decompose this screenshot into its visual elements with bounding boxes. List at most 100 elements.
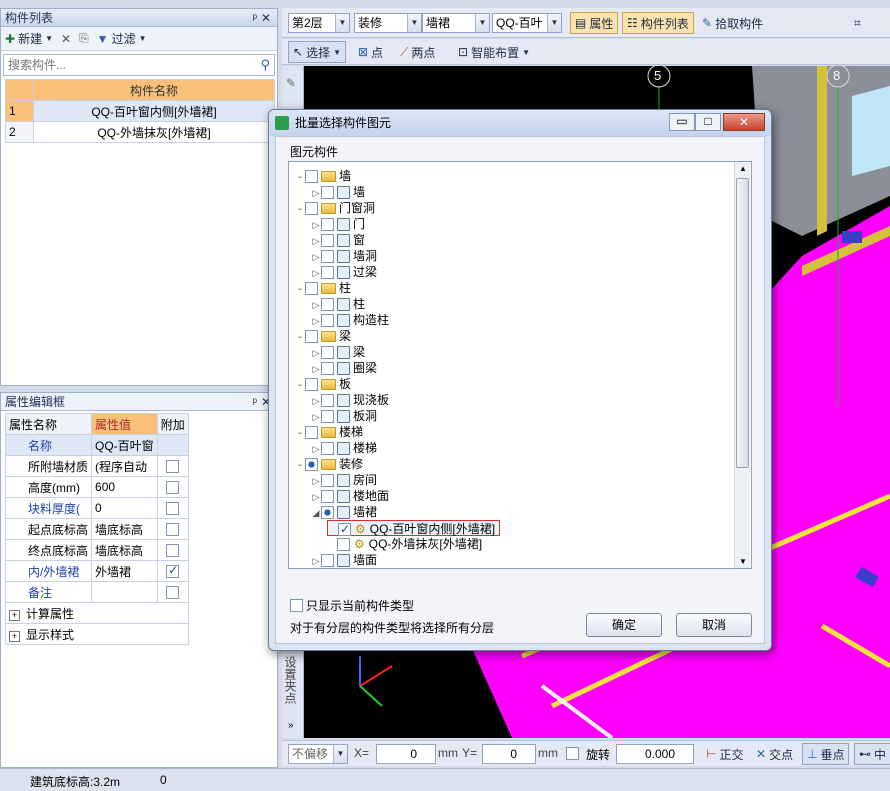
expand-toggle-icon[interactable]: − (295, 169, 305, 185)
expand-toggle-icon[interactable]: ▷ (311, 441, 321, 457)
pin-icon[interactable]: ᵖ (252, 393, 257, 411)
new-button[interactable]: ✚ 新建 ▼ (1, 28, 57, 50)
tree-checkbox[interactable] (321, 186, 334, 200)
pin-icon[interactable]: ᵖ (252, 9, 257, 27)
expand-toggle-icon[interactable]: ▷ (311, 553, 321, 568)
expand-toggle-icon[interactable]: − (295, 457, 305, 473)
intersection-button[interactable]: ✕ 交点 (752, 743, 797, 765)
expand-toggle-icon[interactable]: ▷ (311, 249, 321, 265)
tree-item[interactable]: ▷ 楼地面 (311, 488, 389, 504)
property-row[interactable]: 高度(mm) 600 (4, 476, 189, 498)
tree-item[interactable]: ▷ 构造柱 (311, 312, 389, 328)
tree-scrollbar[interactable]: ▲ ▼ (734, 162, 750, 568)
category-select[interactable]: 装修 ▼ (354, 13, 422, 33)
component-tree[interactable]: − 墙 ▷ 墙 − 门窗洞 ▷ 门 ▷ 窗 ▷ 墙洞 ▷ 过梁 − 柱 ▷ 柱 ▷ 构造柱 − 梁 ▷ 梁 ▷ 圈梁 − 板 ▷ 现浇板 ▷… (288, 161, 752, 569)
expand-toggle-icon[interactable]: − (295, 281, 305, 297)
expand-toggle-icon[interactable]: ◢ (311, 505, 321, 521)
attach-checkbox[interactable] (166, 481, 180, 495)
tree-item[interactable]: ▷ 窗 (311, 232, 365, 248)
property-row[interactable]: 内/外墙裙 外墙裙 (4, 560, 189, 582)
expand-toggle-icon[interactable]: ▷ (311, 185, 321, 201)
expand-toggle-icon[interactable]: ▷ (311, 265, 321, 281)
select-button[interactable]: ↖ 选择 ▼ (288, 41, 346, 63)
tree-category[interactable]: − 门窗洞 (295, 200, 375, 216)
collapse-icon[interactable]: » (288, 720, 294, 731)
property-row[interactable]: 所附墙材质 (程序自动 (4, 455, 189, 477)
tree-category[interactable]: − 柱 (295, 280, 351, 296)
expand-icon[interactable]: + (9, 609, 20, 621)
expand-toggle-icon[interactable]: ▷ (311, 473, 321, 489)
property-row[interactable]: 名称 QQ-百叶窗 (4, 434, 189, 456)
property-row[interactable]: 块料厚度(0 (4, 497, 189, 519)
expand-toggle-icon[interactable]: ▷ (311, 313, 321, 329)
expand-toggle-icon[interactable]: ▷ (311, 217, 321, 233)
property-row[interactable]: 终点底标高 墙底标高 (4, 539, 189, 561)
tree-checkbox[interactable] (321, 314, 334, 328)
x-input[interactable]: 0 (376, 744, 436, 764)
attach-checkbox[interactable] (166, 586, 180, 600)
tree-checkbox[interactable] (321, 266, 334, 280)
tree-item[interactable]: ▷ 门 (311, 216, 365, 232)
tree-leaf[interactable]: ⚙QQ-百叶窗内侧[外墙裙] (327, 520, 501, 537)
tree-checkbox[interactable] (321, 410, 334, 424)
tree-item[interactable]: ▷ 过梁 (311, 264, 377, 280)
rotate-checkbox[interactable] (566, 747, 579, 760)
tree-checkbox[interactable] (321, 362, 334, 376)
attach-checkbox[interactable] (166, 460, 180, 474)
ortho-button[interactable]: ⊢ 正交 (702, 743, 747, 765)
pick-component-button[interactable]: ✎ 拾取构件 (698, 12, 767, 34)
search-input[interactable] (4, 55, 244, 75)
expand-toggle-icon[interactable]: ▷ (311, 233, 321, 249)
tree-checkbox[interactable] (337, 538, 350, 552)
tree-leaf[interactable]: ⚙ QQ-外墙抹灰[外墙裙] (327, 536, 482, 552)
tree-item[interactable]: ▷ 柱 (311, 296, 365, 312)
tree-checkbox[interactable] (321, 490, 334, 504)
tree-category[interactable]: − 板 (295, 376, 351, 392)
expand-toggle-icon[interactable]: − (295, 425, 305, 441)
table-row[interactable]: 1 QQ-百叶窗内侧[外墙裙] (5, 100, 275, 122)
tree-item[interactable]: ▷ 现浇板 (311, 392, 389, 408)
tree-category[interactable]: − 梁 (295, 328, 351, 344)
attach-checkbox[interactable] (166, 502, 180, 516)
type-select[interactable]: 墙裙 ▼ (422, 13, 490, 33)
tree-checkbox[interactable] (305, 202, 318, 216)
table-row[interactable]: 2 QQ-外墙抹灰[外墙裙] (5, 121, 275, 143)
tree-checkbox[interactable] (321, 394, 334, 408)
tree-checkbox[interactable] (338, 521, 351, 537)
tree-checkbox[interactable] (321, 250, 334, 264)
tree-item[interactable]: ▷ 板洞 (311, 408, 377, 424)
ok-button[interactable]: 确定 (586, 613, 662, 637)
tree-checkbox[interactable] (321, 474, 334, 488)
only-current-checkbox[interactable] (290, 599, 303, 612)
attach-checkbox[interactable] (166, 544, 180, 558)
two-point-button[interactable]: ⟋ 两点 (396, 41, 439, 63)
copy-button[interactable]: ⎘ (75, 28, 93, 50)
expand-toggle-icon[interactable]: ▷ (311, 345, 321, 361)
offset-select[interactable]: 不偏移 ▼ (288, 744, 348, 764)
item-select[interactable]: QQ-百叶 ▼ (492, 13, 562, 33)
attach-checkbox[interactable] (166, 523, 180, 537)
floor-select[interactable]: 第2层 ▼ (288, 13, 350, 33)
tree-checkbox[interactable] (321, 298, 334, 312)
more-button[interactable]: ⌗ (850, 12, 865, 34)
tree-checkbox[interactable] (305, 282, 318, 296)
delete-button[interactable]: ✕ (57, 28, 75, 50)
cancel-button[interactable]: 取消 (676, 613, 752, 637)
expand-toggle-icon[interactable]: ▷ (311, 297, 321, 313)
tree-checkbox[interactable] (321, 346, 334, 360)
expand-icon[interactable]: + (9, 630, 20, 642)
property-row[interactable]: 备注 (4, 581, 189, 603)
tree-item[interactable]: ▷ 楼梯 (311, 440, 377, 456)
tree-checkbox[interactable] (305, 458, 318, 472)
perpendicular-button[interactable]: ⊥ 垂点 (802, 743, 850, 765)
expand-toggle-icon[interactable]: ▷ (311, 361, 321, 377)
tree-checkbox[interactable] (321, 506, 334, 520)
expand-toggle-icon[interactable]: − (295, 377, 305, 393)
expand-toggle-icon[interactable]: ▷ (311, 489, 321, 505)
close-icon[interactable]: ✕ (261, 9, 271, 27)
attach-checkbox[interactable] (166, 563, 180, 579)
expand-toggle-icon[interactable]: − (295, 329, 305, 345)
tree-checkbox[interactable] (321, 442, 334, 456)
close-button[interactable]: ✕ (723, 113, 765, 131)
tree-item[interactable]: ▷ 圈梁 (311, 360, 377, 376)
